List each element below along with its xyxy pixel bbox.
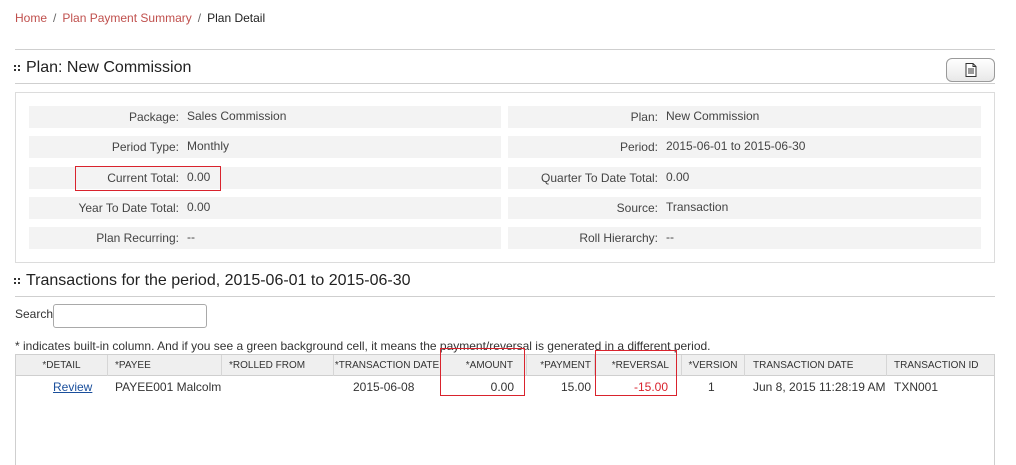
field-current-total: Current Total: 0.00 xyxy=(29,167,501,189)
plan-section-title: Plan: New Commission xyxy=(14,59,191,77)
cell-reversal: -15.00 xyxy=(633,380,668,394)
plan-title: Plan: New Commission xyxy=(26,59,192,76)
cell-transaction-datetime: Jun 8, 2015 11:28:19 AM xyxy=(753,380,886,394)
field-value: New Commission xyxy=(666,109,760,123)
column-header-reversal[interactable]: *REVERSAL xyxy=(595,355,682,376)
field-label: Source: xyxy=(616,201,658,215)
field-value: -- xyxy=(187,230,195,244)
field-value: 2015-06-01 to 2015-06-30 xyxy=(666,139,806,153)
field-plan-recurring: Plan Recurring: -- xyxy=(29,227,501,249)
table-header: *DETAIL *PAYEE *ROLLED FROM *TRANSACTION… xyxy=(16,355,994,376)
field-ytd-total: Year To Date Total: 0.00 xyxy=(29,197,501,219)
breadcrumb-separator: / xyxy=(53,11,57,25)
column-header-transaction-id[interactable]: TRANSACTION ID xyxy=(887,355,996,376)
divider xyxy=(15,83,995,84)
transactions-section-title: Transactions for the period, 2015-06-01 … xyxy=(14,272,411,290)
drag-handle-icon xyxy=(14,278,20,284)
transactions-table: *DETAIL *PAYEE *ROLLED FROM *TRANSACTION… xyxy=(15,354,995,465)
field-package: Package: Sales Commission xyxy=(29,106,501,128)
field-roll-hierarchy: Roll Hierarchy: -- xyxy=(508,227,981,249)
document-icon xyxy=(965,63,976,77)
field-value: 0.00 xyxy=(187,200,211,214)
field-value: Monthly xyxy=(187,139,230,153)
cell-version: 1 xyxy=(708,380,715,394)
column-header-rolled-from[interactable]: *ROLLED FROM xyxy=(222,355,334,376)
breadcrumb: Home / Plan Payment Summary / Plan Detail xyxy=(15,11,265,25)
breadcrumb-plan-payment-summary-link[interactable]: Plan Payment Summary xyxy=(62,11,191,25)
search-input[interactable] xyxy=(53,304,207,328)
column-header-transaction-date[interactable]: *TRANSACTION DATE xyxy=(334,355,441,376)
divider xyxy=(15,296,995,297)
field-label: Period: xyxy=(619,140,658,154)
field-label: Package: xyxy=(128,110,179,124)
transactions-title: Transactions for the period, 2015-06-01 … xyxy=(26,272,411,289)
cell-transaction-id: TXN001 xyxy=(894,380,939,394)
breadcrumb-home-link[interactable]: Home xyxy=(15,11,47,25)
field-label: Period Type: xyxy=(111,140,179,154)
field-plan: Plan: New Commission xyxy=(508,106,981,128)
field-label: Plan: xyxy=(630,110,658,124)
cell-amount: 0.00 xyxy=(490,380,514,394)
column-header-version[interactable]: *VERSION xyxy=(682,355,745,376)
drag-handle-icon xyxy=(14,65,20,71)
field-source: Source: Transaction xyxy=(508,197,981,219)
cell-payee: PAYEE001 Malcolm xyxy=(115,380,222,394)
field-value: -- xyxy=(666,230,674,244)
field-value: Transaction xyxy=(666,200,729,214)
search-label: Search: xyxy=(15,307,57,321)
field-value: 0.00 xyxy=(187,170,211,184)
breadcrumb-current: Plan Detail xyxy=(207,11,266,25)
field-value: 0.00 xyxy=(666,170,690,184)
cell-payment: 15.00 xyxy=(560,380,591,394)
cell-transaction-date: 2015-06-08 xyxy=(353,380,415,394)
field-period-type: Period Type: Monthly xyxy=(29,136,501,158)
field-label: Plan Recurring: xyxy=(96,231,179,245)
column-header-transaction-datetime[interactable]: TRANSACTION DATE xyxy=(745,355,887,376)
divider xyxy=(15,49,995,50)
plan-detail-panel: Package: Sales Commission Period Type: M… xyxy=(15,92,995,263)
field-value: Sales Commission xyxy=(187,109,287,123)
field-label: Current Total: xyxy=(107,171,179,185)
review-link[interactable]: Review xyxy=(53,380,92,394)
field-label: Year To Date Total: xyxy=(78,201,179,215)
column-header-payee[interactable]: *PAYEE xyxy=(108,355,222,376)
field-qtd-total: Quarter To Date Total: 0.00 xyxy=(508,167,981,189)
breadcrumb-separator: / xyxy=(197,11,202,25)
column-header-payment[interactable]: *PAYMENT xyxy=(527,355,595,376)
field-label: Quarter To Date Total: xyxy=(541,171,658,185)
column-header-detail[interactable]: *DETAIL xyxy=(16,355,108,376)
field-period: Period: 2015-06-01 to 2015-06-30 xyxy=(508,136,981,158)
column-header-amount[interactable]: *AMOUNT xyxy=(441,355,527,376)
export-document-button[interactable] xyxy=(946,58,995,82)
field-label: Roll Hierarchy: xyxy=(579,231,658,245)
table-note: * indicates built-in column. And if you … xyxy=(15,339,711,353)
